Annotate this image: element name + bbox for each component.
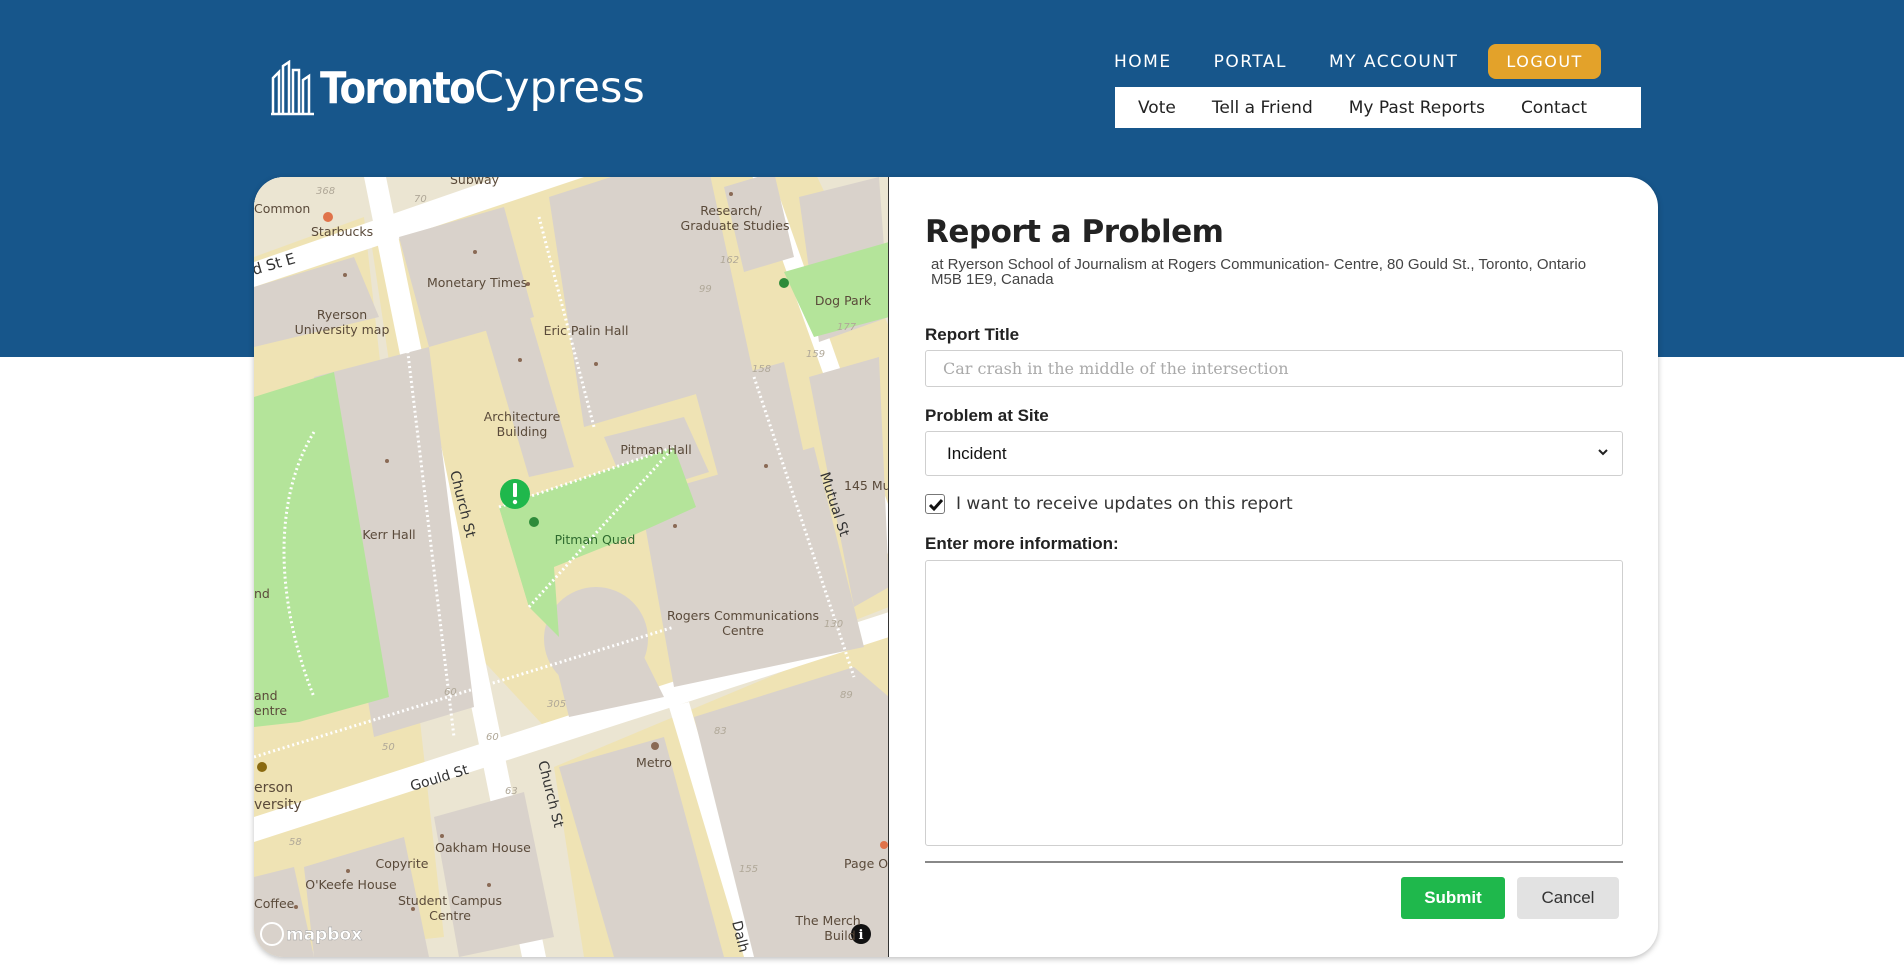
primary-nav: HOME PORTAL MY ACCOUNT LOGOUT [1114, 44, 1601, 79]
map-number-130: 130 [824, 619, 843, 630]
map-number-63: 63 [505, 786, 518, 797]
map-label-research-2: Graduate Studies [681, 218, 790, 233]
map-number-368: 368 [316, 186, 335, 197]
brand-name: Toronto [320, 62, 476, 114]
map-label-subway: Subway [450, 177, 500, 187]
form-title: Report a Problem [925, 214, 1224, 250]
map-label-scc-1: Student Campus [398, 893, 502, 908]
map-label-copyrite: Copyrite [376, 856, 429, 871]
problem-at-site-value: Incident [947, 444, 1007, 463]
nav-contact[interactable]: Contact [1521, 98, 1587, 118]
logout-button[interactable]: LOGOUT [1488, 44, 1601, 79]
map-label-page-o: Page O [844, 856, 888, 871]
map-label-rogers-1: Rogers Communications [667, 608, 819, 623]
map-label-entre: entre [254, 703, 287, 718]
city-skyline-icon [271, 60, 314, 116]
map-label-nd: nd [254, 586, 270, 601]
map-label-ryerson-map-1: Ryerson [317, 307, 367, 322]
map-label-coffee: Coffee [254, 896, 295, 911]
map-label-monetary-times: Monetary Times [427, 275, 527, 290]
report-title-input[interactable]: Car crash in the middle of the intersect… [925, 350, 1623, 387]
problem-at-site-select[interactable]: Incident [925, 431, 1623, 476]
map-number-83: 83 [714, 726, 727, 737]
map-label-architecture-1: Architecture [484, 409, 561, 424]
map-canvas: i Subway Common Starbucks d St E Monetar… [254, 177, 889, 957]
map-label-architecture-2: Building [497, 424, 548, 439]
map-label-ryerson-u-1: erson [254, 780, 293, 796]
map-number-70: 70 [414, 194, 427, 205]
form-divider [925, 861, 1623, 863]
updates-checkbox[interactable] [925, 494, 945, 514]
site-logo[interactable]: Toronto Cypress [270, 58, 645, 118]
report-card: i Subway Common Starbucks d St E Monetar… [254, 177, 1658, 957]
report-address: at Ryerson School of Journalism at Roger… [931, 256, 1587, 288]
report-title-label: Report Title [925, 325, 1020, 344]
map-label-dog-park: Dog Park [815, 293, 872, 308]
map-number-155: 155 [739, 864, 758, 875]
nav-my-account[interactable]: MY ACCOUNT [1329, 52, 1458, 72]
chevron-down-icon [1598, 449, 1608, 456]
map-label-merch-2: Build [824, 928, 855, 943]
nav-home[interactable]: HOME [1114, 52, 1172, 72]
more-info-textarea[interactable] [925, 560, 1623, 846]
map-label-oakham-house: Oakham House [435, 840, 531, 855]
map-label-145-mutual: 145 Mu [844, 478, 889, 493]
map-number-50: 50 [382, 742, 395, 753]
map-label-ryerson-map-2: University map [295, 322, 390, 337]
map-number-60b: 60 [486, 732, 499, 743]
nav-vote[interactable]: Vote [1138, 98, 1176, 118]
nav-my-past-reports[interactable]: My Past Reports [1349, 98, 1485, 118]
more-info-label: Enter more information: [925, 534, 1119, 553]
map-number-305: 305 [547, 699, 566, 710]
map-number-99: 99 [699, 284, 712, 295]
product-name: Cypress [474, 63, 645, 113]
secondary-nav: Vote Tell a Friend My Past Reports Conta… [1115, 87, 1641, 128]
updates-checkbox-label: I want to receive updates on this report [956, 494, 1293, 514]
map-label-metro: Metro [636, 755, 672, 770]
mapbox-attribution[interactable]: mapbox [286, 925, 363, 945]
map-label-common: Common [254, 201, 310, 216]
submit-button[interactable]: Submit [1401, 877, 1505, 919]
map-number-89: 89 [840, 690, 853, 701]
map-label-kerr-hall: Kerr Hall [362, 527, 415, 542]
map-number-177: 177 [837, 322, 857, 333]
problem-at-site-label: Problem at Site [925, 406, 1049, 425]
cancel-button[interactable]: Cancel [1517, 877, 1619, 919]
map-number-162: 162 [720, 255, 739, 266]
svg-text:i: i [859, 928, 864, 943]
map-label-pitman-quad: Pitman Quad [555, 532, 636, 547]
map-number-58: 58 [289, 837, 302, 848]
map-label-eric-palin-hall: Eric Palin Hall [544, 323, 629, 338]
map-number-159: 159 [806, 349, 825, 360]
map-number-60a: 60 [444, 687, 457, 698]
map-label-pitman-hall: Pitman Hall [620, 442, 691, 457]
map-label-and: and [254, 688, 278, 703]
checkmark-icon [928, 499, 944, 512]
map-view[interactable]: i Subway Common Starbucks d St E Monetar… [254, 177, 889, 957]
nav-tell-a-friend[interactable]: Tell a Friend [1212, 98, 1313, 118]
map-label-merch-1: The Merch [794, 913, 860, 928]
map-label-starbucks: Starbucks [311, 224, 373, 239]
map-number-158: 158 [752, 364, 771, 375]
map-label-research-1: Research/ [700, 203, 762, 218]
nav-portal[interactable]: PORTAL [1214, 52, 1287, 72]
map-label-rogers-2: Centre [722, 623, 764, 638]
map-label-scc-2: Centre [429, 908, 471, 923]
map-label-okeefe-house: O'Keefe House [305, 877, 397, 892]
map-label-ryerson-u-2: versity [254, 797, 302, 813]
